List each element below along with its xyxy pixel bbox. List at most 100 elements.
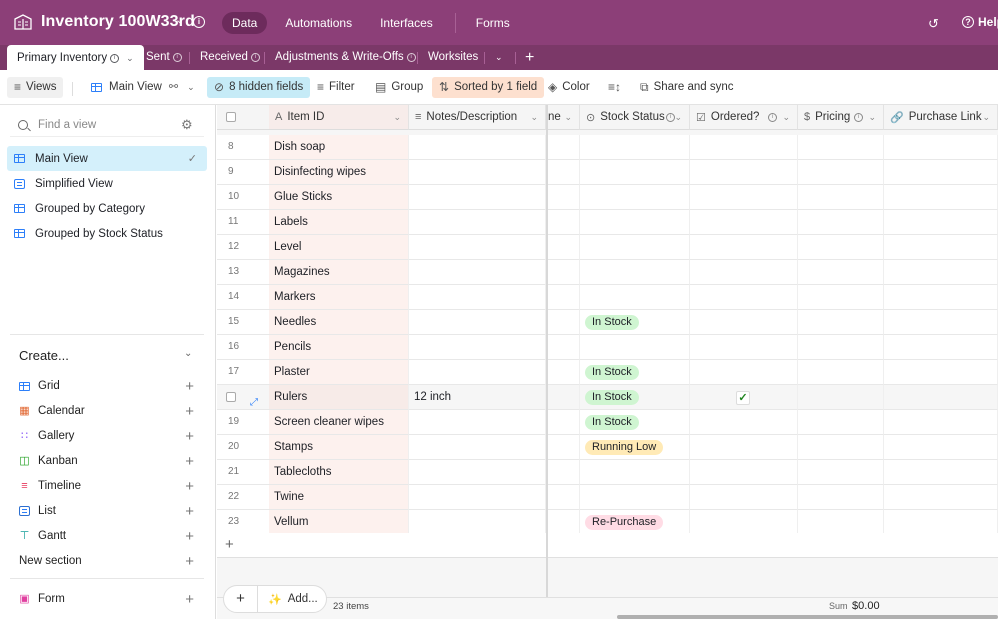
table-row[interactable]: 15 Needles In Stock — [217, 310, 998, 335]
notes-cell[interactable] — [409, 185, 546, 210]
plus-icon[interactable]: + — [185, 428, 194, 445]
table-row[interactable]: 21 Tablecloths — [217, 460, 998, 485]
plus-icon[interactable]: + — [185, 591, 194, 608]
ordered-cell[interactable] — [690, 260, 798, 285]
purchase-link-cell[interactable] — [884, 210, 998, 235]
chevron-down-icon[interactable]: ⌄ — [126, 46, 134, 71]
notes-cell[interactable] — [409, 310, 546, 335]
filter-button[interactable]: ≡ Filter — [310, 77, 362, 98]
stock-status-cell[interactable]: In Stock — [580, 360, 690, 385]
color-button[interactable]: ◈ Color — [541, 77, 597, 98]
item-id-cell[interactable]: Stamps — [269, 435, 409, 460]
item-id-cell[interactable]: Level — [269, 235, 409, 260]
purchase-link-cell[interactable] — [884, 235, 998, 260]
table-row[interactable]: 11 Labels — [217, 210, 998, 235]
plus-icon[interactable]: + — [185, 528, 194, 545]
ordered-cell[interactable] — [690, 135, 798, 160]
chevron-down-icon[interactable]: ⌄ — [175, 13, 184, 26]
base-title[interactable]: Inventory 100W33rd — [41, 13, 195, 31]
notes-cell[interactable] — [409, 485, 546, 510]
notes-cell[interactable] — [409, 510, 546, 535]
row-number-cell[interactable]: ⤢ — [217, 385, 269, 410]
pricing-cell[interactable] — [798, 435, 884, 460]
notes-cell[interactable] — [409, 135, 546, 160]
table-row[interactable]: 19 Screen cleaner wipes In Stock — [217, 410, 998, 435]
chevron-down-icon[interactable]: ⌄ — [674, 112, 682, 123]
purchase-link-cell[interactable] — [884, 260, 998, 285]
pricing-cell[interactable] — [798, 385, 884, 410]
info-icon[interactable]: i — [768, 112, 777, 122]
notes-cell[interactable] — [409, 360, 546, 385]
pricing-cell[interactable] — [798, 210, 884, 235]
sort-button[interactable]: ⇅ Sorted by 1 field — [432, 77, 545, 98]
purchase-link-cell[interactable] — [884, 335, 998, 360]
item-id-cell[interactable]: Pencils — [269, 335, 409, 360]
notes-cell[interactable] — [409, 160, 546, 185]
hidden-field-cell[interactable] — [548, 310, 580, 335]
pricing-cell[interactable] — [798, 510, 884, 535]
row-number-cell[interactable]: 10 — [217, 185, 269, 210]
item-id-cell[interactable]: Tablecloths — [269, 460, 409, 485]
add-row[interactable]: + — [217, 533, 548, 558]
purchase-link-cell[interactable] — [884, 460, 998, 485]
horizontal-scrollbar[interactable] — [617, 615, 998, 619]
notes-cell[interactable] — [409, 210, 546, 235]
create-gantt[interactable]: ⊤ Gantt + — [19, 526, 199, 546]
hidden-field-cell[interactable] — [548, 335, 580, 360]
table-row[interactable]: 13 Magazines — [217, 260, 998, 285]
item-id-cell[interactable]: Needles — [269, 310, 409, 335]
table-row[interactable]: 16 Pencils — [217, 335, 998, 360]
purchase-link-cell[interactable] — [884, 435, 998, 460]
add-row-right[interactable] — [548, 533, 998, 558]
pricing-cell[interactable] — [798, 485, 884, 510]
plus-icon[interactable]: + — [225, 536, 234, 553]
purchase-link-cell[interactable] — [884, 310, 998, 335]
table-row[interactable]: 14 Markers — [217, 285, 998, 310]
row-number-cell[interactable]: 23 — [217, 510, 269, 535]
row-number-cell[interactable]: 15 — [217, 310, 269, 335]
notes-cell[interactable] — [409, 335, 546, 360]
pricing-sum[interactable]: Sum $0.00 — [829, 600, 880, 612]
create-kanban[interactable]: ◫ Kanban + — [19, 451, 199, 471]
pricing-cell[interactable] — [798, 460, 884, 485]
hidden-field-cell[interactable] — [548, 410, 580, 435]
column-header-partial[interactable]: ne ⌄ — [548, 105, 580, 130]
row-number-cell[interactable]: 9 — [217, 160, 269, 185]
item-id-cell[interactable]: Rulers — [269, 385, 409, 410]
ordered-cell[interactable] — [690, 485, 798, 510]
item-id-cell[interactable]: Dish soap — [269, 135, 409, 160]
row-height-button[interactable]: ≡↕ — [601, 77, 628, 98]
hidden-field-cell[interactable] — [548, 285, 580, 310]
hidden-field-cell[interactable] — [548, 360, 580, 385]
stock-status-cell[interactable]: Re-Purchase — [580, 510, 690, 535]
table-row[interactable]: 10 Glue Sticks — [217, 185, 998, 210]
info-icon[interactable]: i — [854, 112, 863, 122]
stock-status-cell[interactable] — [580, 210, 690, 235]
hidden-field-cell[interactable] — [548, 460, 580, 485]
nav-data[interactable]: Data — [222, 12, 268, 34]
purchase-link-cell[interactable] — [884, 160, 998, 185]
table-row[interactable]: 22 Twine — [217, 485, 998, 510]
stock-status-cell[interactable] — [580, 185, 690, 210]
item-id-cell[interactable]: Vellum — [269, 510, 409, 535]
help-button[interactable]: ? Help — [962, 15, 998, 29]
row-number-cell[interactable]: 22 — [217, 485, 269, 510]
chevron-down-icon[interactable]: ⌄ — [564, 112, 572, 123]
table-row[interactable]: 23 Vellum Re-Purchase — [217, 510, 998, 535]
pricing-cell[interactable] — [798, 335, 884, 360]
row-number-cell[interactable]: 20 — [217, 435, 269, 460]
info-icon[interactable]: i — [193, 16, 205, 28]
chevron-down-icon[interactable]: ⌄ — [393, 112, 401, 123]
column-header-notes[interactable]: ≡ Notes/Description ⌄ — [409, 105, 546, 130]
more-tabs-chevron-icon[interactable]: ⌄ — [495, 45, 503, 70]
plus-icon[interactable]: + — [185, 503, 194, 520]
hidden-fields-button[interactable]: ⊘ 8 hidden fields — [207, 77, 311, 98]
pricing-cell[interactable] — [798, 360, 884, 385]
pricing-cell[interactable] — [798, 285, 884, 310]
item-id-cell[interactable]: Plaster — [269, 360, 409, 385]
view-item-grouped-by-stock-status[interactable]: Grouped by Stock Status — [7, 221, 207, 246]
tab-sent[interactable]: Sent i — [146, 45, 182, 70]
ordered-cell[interactable] — [690, 160, 798, 185]
ordered-cell[interactable] — [690, 310, 798, 335]
ordered-cell[interactable] — [690, 235, 798, 260]
